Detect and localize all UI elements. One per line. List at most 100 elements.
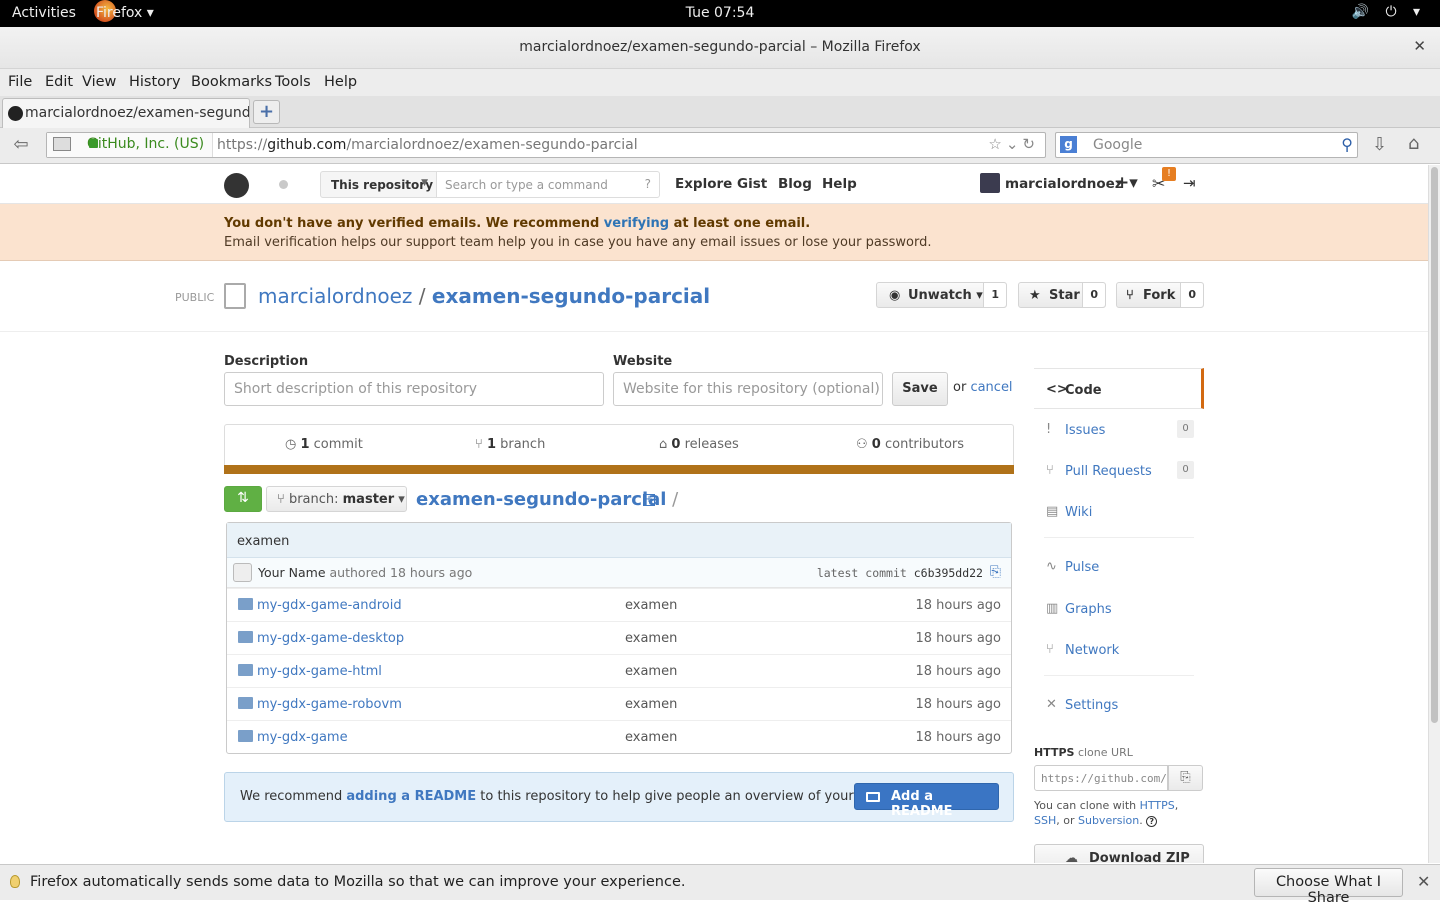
language-bar[interactable] bbox=[224, 465, 1014, 474]
folder-icon bbox=[238, 664, 253, 676]
help-circle-icon[interactable]: ? bbox=[645, 177, 651, 191]
commit-author-name[interactable]: Your Name bbox=[258, 565, 326, 580]
menu-file[interactable]: File bbox=[8, 74, 32, 90]
branch-selector[interactable]: ⑂ branch: master ▾ bbox=[266, 486, 407, 512]
nav-explore[interactable]: Explore bbox=[675, 176, 732, 192]
sidebar-item-wiki[interactable]: ▤ Wiki bbox=[1034, 491, 1204, 532]
scrollbar-thumb[interactable] bbox=[1431, 167, 1438, 723]
repo-name-link[interactable]: examen-segundo-parcial bbox=[432, 284, 710, 308]
menu-help[interactable]: Help bbox=[324, 74, 357, 90]
sidebar-item-settings[interactable]: ✕ Settings bbox=[1034, 684, 1204, 725]
description-input[interactable]: Short description of this repository bbox=[224, 372, 604, 406]
sidebar-item-pulse[interactable]: ∿ Pulse bbox=[1034, 546, 1204, 587]
new-file-plus-icon[interactable]: + bbox=[643, 494, 655, 506]
sidebar-item-network[interactable]: ⑂ Network bbox=[1034, 629, 1204, 670]
bookmark-star-icon[interactable]: ☆⌄↻ bbox=[988, 135, 1039, 153]
new-tab-button[interactable]: + bbox=[253, 100, 280, 124]
file-name-link[interactable]: my-gdx-game-robovm bbox=[257, 697, 402, 712]
create-new-button[interactable]: +▾ bbox=[1115, 173, 1138, 193]
app-menu[interactable]: Firefox ▾ bbox=[96, 5, 154, 21]
fork-count[interactable]: 0 bbox=[1180, 283, 1203, 307]
menu-bookmarks[interactable]: Bookmarks bbox=[191, 74, 272, 90]
releases-stat[interactable]: ⌂ 0 releases bbox=[659, 437, 739, 452]
sign-out-icon[interactable]: ⇥ bbox=[1183, 174, 1196, 192]
clone-subversion-link[interactable]: Subversion bbox=[1078, 814, 1139, 827]
sidebar-item-code[interactable]: <> Code bbox=[1034, 368, 1204, 409]
website-input[interactable]: Website for this repository (optional) bbox=[613, 372, 883, 406]
system-menu-icons[interactable]: 🔊 ⏻ ▾ bbox=[1352, 4, 1426, 20]
vertical-scrollbar[interactable] bbox=[1428, 165, 1440, 863]
nav-gist[interactable]: Gist bbox=[737, 176, 767, 192]
menu-view[interactable]: View bbox=[82, 74, 116, 90]
search-magnifier-icon[interactable]: ⚲ bbox=[1341, 135, 1353, 154]
branches-stat[interactable]: ⑂ 1 branch bbox=[475, 437, 545, 452]
tab-github-repo[interactable]: marcialordnoez/examen-segund... bbox=[2, 98, 250, 128]
github-header: This repository ▼ Search or type a comma… bbox=[0, 165, 1428, 204]
watch-count[interactable]: 1 bbox=[983, 283, 1006, 307]
commits-stat[interactable]: ◷ 1 commit bbox=[285, 437, 363, 452]
home-icon[interactable]: ⌂ bbox=[1408, 133, 1419, 154]
sidebar-item-pull-requests[interactable]: ⑂ Pull Requests 0 bbox=[1034, 450, 1204, 491]
file-name-link[interactable]: my-gdx-game-android bbox=[257, 598, 402, 613]
nav-blog[interactable]: Blog bbox=[778, 176, 812, 192]
commit-message[interactable]: examen bbox=[227, 523, 1011, 558]
menu-edit[interactable]: Edit bbox=[45, 74, 73, 90]
clipboard-icon[interactable]: ⎘ bbox=[990, 564, 1001, 580]
cancel-link[interactable]: cancel bbox=[970, 380, 1012, 395]
file-commit-message[interactable]: examen bbox=[625, 730, 677, 745]
avatar[interactable] bbox=[980, 173, 1000, 193]
sidebar-item-issues[interactable]: ! Issues 0 bbox=[1034, 409, 1204, 450]
fork-button[interactable]: ⑂ Fork 0 bbox=[1116, 282, 1204, 308]
add-readme-button[interactable]: Add a README bbox=[854, 783, 999, 819]
download-zip-button[interactable]: ☁ Download ZIP bbox=[1034, 844, 1204, 863]
file-commit-message[interactable]: examen bbox=[625, 631, 677, 646]
file-name-link[interactable]: my-gdx-game bbox=[257, 730, 348, 745]
google-engine-icon[interactable]: g bbox=[1060, 136, 1077, 153]
file-commit-message[interactable]: examen bbox=[625, 697, 677, 712]
commit-sha-link[interactable]: c6b395dd22 bbox=[914, 566, 983, 580]
search-bar[interactable]: g Google ⚲ bbox=[1055, 132, 1358, 158]
file-name-link[interactable]: my-gdx-game-desktop bbox=[257, 631, 404, 646]
menubar: File Edit View History Bookmarks Tools H… bbox=[0, 69, 1440, 96]
close-icon[interactable]: ✕ bbox=[1417, 872, 1430, 891]
copy-clone-url-clipboard-icon[interactable]: ⎘ bbox=[1168, 765, 1203, 791]
clone-https-link[interactable]: HTTPS bbox=[1140, 799, 1175, 812]
menu-tools[interactable]: Tools bbox=[275, 74, 311, 90]
file-commit-message[interactable]: examen bbox=[625, 664, 677, 679]
clone-url-input[interactable]: https://github.com/marcialordnoez/examen… bbox=[1034, 765, 1168, 791]
readme-text-a: We recommend bbox=[240, 789, 347, 804]
star-button[interactable]: ★ Star 0 bbox=[1018, 282, 1106, 308]
username-link[interactable]: marcialordnoez bbox=[1005, 176, 1123, 192]
contributors-stat[interactable]: ⚇ 0 contributors bbox=[856, 437, 964, 452]
fork-label: Fork bbox=[1143, 288, 1176, 303]
clone-ssh-link[interactable]: SSH bbox=[1034, 814, 1056, 827]
star-count[interactable]: 0 bbox=[1082, 283, 1105, 307]
help-circle-icon[interactable]: ? bbox=[1146, 816, 1158, 827]
clock[interactable]: Tue 07:54 bbox=[686, 5, 755, 21]
verifying-link[interactable]: verifying bbox=[604, 216, 669, 231]
back-arrow-icon[interactable]: ⇦ bbox=[6, 134, 36, 158]
url-bar[interactable]: GitHub, Inc. (US) https://github.com/mar… bbox=[46, 132, 1046, 158]
repo-owner-link[interactable]: marcialordnoez bbox=[258, 284, 412, 308]
compare-pull-request-icon[interactable]: ⇅ bbox=[224, 486, 262, 512]
adding-readme-link[interactable]: adding a README bbox=[346, 789, 476, 804]
site-identity[interactable]: GitHub, Inc. (US) bbox=[47, 133, 214, 157]
url-text[interactable]: https://github.com/marcialordnoez/examen… bbox=[217, 137, 638, 153]
file-commit-message[interactable]: examen bbox=[625, 598, 677, 613]
chevron-down-icon: ▾ bbox=[394, 492, 405, 507]
search-scope-dropdown[interactable]: This repository ▼ bbox=[320, 171, 437, 198]
save-button[interactable]: Save bbox=[892, 372, 948, 406]
unwatch-button[interactable]: ◉ Unwatch ▾ 1 bbox=[876, 282, 1007, 308]
breadcrumb-root-link[interactable]: examen-segundo-parcial bbox=[416, 489, 666, 510]
github-octocat-icon[interactable] bbox=[224, 173, 249, 198]
choose-what-i-share-button[interactable]: Choose What I Share bbox=[1254, 868, 1403, 906]
sidebar-item-graphs[interactable]: ▥ Graphs bbox=[1034, 588, 1204, 629]
download-icon[interactable]: ⇩ bbox=[1372, 134, 1387, 155]
activities-button[interactable]: Activities bbox=[12, 5, 76, 21]
file-name-link[interactable]: my-gdx-game-html bbox=[257, 664, 382, 679]
menu-history[interactable]: History bbox=[129, 74, 181, 90]
command-search-input[interactable]: Search or type a command ? bbox=[436, 171, 660, 198]
window-close-icon[interactable]: ✕ bbox=[1413, 37, 1426, 55]
notification-indicator-icon[interactable] bbox=[279, 180, 288, 189]
nav-help[interactable]: Help bbox=[822, 176, 857, 192]
